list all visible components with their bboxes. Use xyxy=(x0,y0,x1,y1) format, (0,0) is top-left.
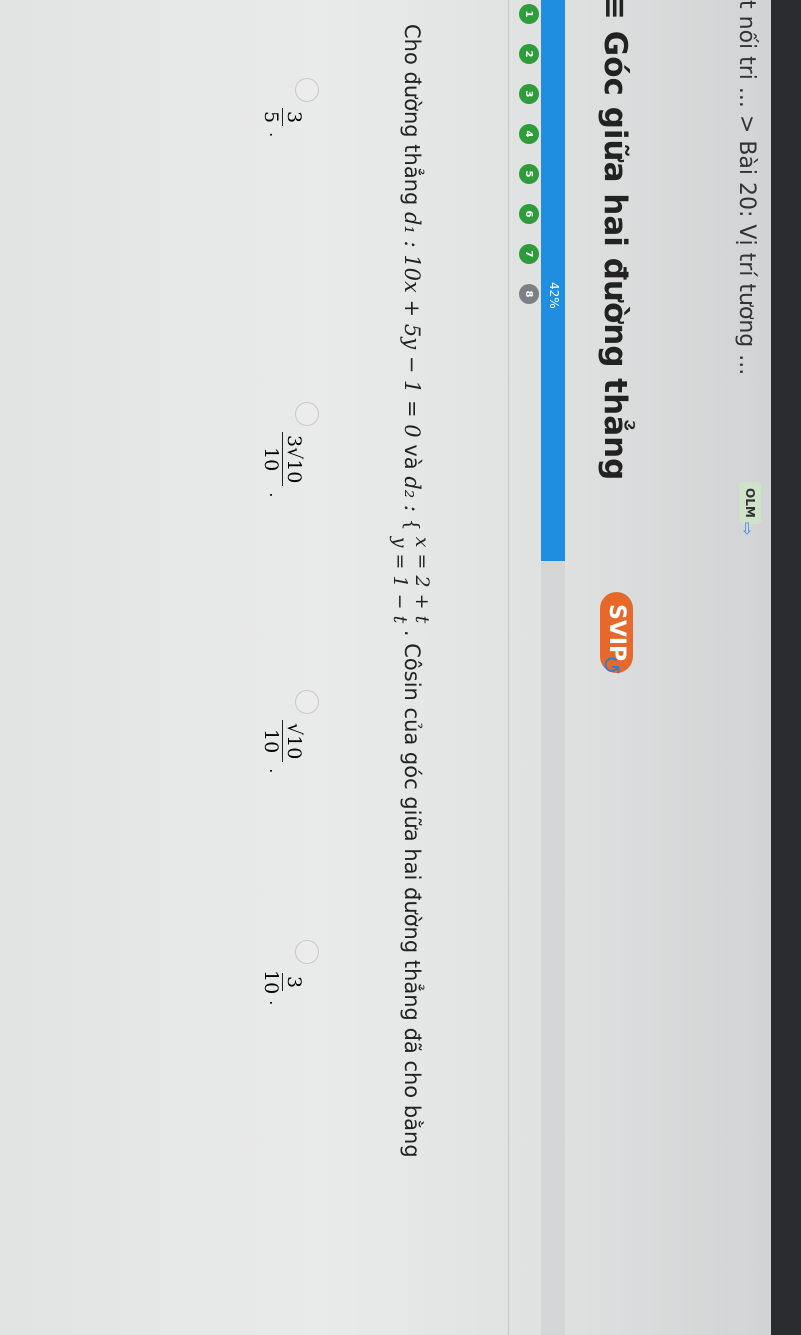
refresh-icon[interactable]: ↺ xyxy=(597,655,625,675)
question-steps: 1 2 3 4 5 6 7 8 xyxy=(519,4,539,304)
title-text: Góc giữa hai đường thẳng xyxy=(597,30,633,481)
line-d1: d₁ : 10x + 5y − 1 = 0 xyxy=(400,212,424,438)
radio-button[interactable] xyxy=(295,78,319,102)
radio-button[interactable] xyxy=(295,690,319,714)
numerator: √10 xyxy=(282,720,305,763)
system-eq2: y = 1 − t xyxy=(389,536,411,624)
breadcrumb-current[interactable]: Bài 20: Vị trí tương ... xyxy=(734,140,759,375)
numerator: 3√10 xyxy=(282,432,305,487)
olm-badge: OLM xyxy=(739,482,761,524)
period: . xyxy=(266,1000,285,1006)
answer-option[interactable]: 35. xyxy=(260,78,319,137)
period: . xyxy=(266,132,285,138)
q-part: . Côsin của góc giữa hai đường thẳng đã … xyxy=(400,623,424,1158)
step-3[interactable]: 3 xyxy=(519,84,539,104)
fraction: 3√10 10 xyxy=(260,432,305,487)
fraction: 3 10 xyxy=(260,970,305,994)
breadcrumb-prev[interactable]: t nối tri ... xyxy=(734,0,759,108)
step-7[interactable]: 7 xyxy=(519,244,539,264)
question-text: Cho đường thẳng d₁ : 10x + 5y − 1 = 0 và… xyxy=(373,24,451,1184)
page-title: ≡ Góc giữa hai đường thẳng xyxy=(597,0,633,481)
step-2[interactable]: 2 xyxy=(519,44,539,64)
answer-option[interactable]: √10 10. xyxy=(260,690,319,773)
denominator: 5 xyxy=(260,111,282,124)
progress-fill xyxy=(541,0,565,561)
denominator: 10 xyxy=(260,447,282,472)
radio-button[interactable] xyxy=(295,402,319,426)
numerator: 3 xyxy=(282,108,305,127)
fraction: √10 10 xyxy=(260,720,305,763)
q-part: Cho đường thẳng xyxy=(400,24,424,213)
breadcrumb: t nối tri ... > Bài 20: Vị trí tương ... xyxy=(734,0,759,375)
step-6[interactable]: 6 xyxy=(519,204,539,224)
answer-option[interactable]: 3√10 10. xyxy=(260,402,319,497)
divider xyxy=(508,0,509,1335)
system-eq1: x = 2 + t xyxy=(411,536,433,624)
answer-option[interactable]: 3 10. xyxy=(260,940,319,1005)
fraction: 35 xyxy=(260,108,305,127)
progress-label: 42% xyxy=(547,282,561,309)
denominator: 10 xyxy=(260,729,282,754)
line-d2: d₂ : xyxy=(400,476,424,519)
period: . xyxy=(266,768,285,774)
breadcrumb-separator: > xyxy=(734,114,759,134)
step-5[interactable]: 5 xyxy=(519,164,539,184)
step-1[interactable]: 1 xyxy=(519,4,539,24)
progress-bar xyxy=(541,0,565,1335)
radio-button[interactable] xyxy=(295,940,319,964)
period: . xyxy=(266,492,285,498)
step-8[interactable]: 8 xyxy=(519,284,539,304)
screen-bezel xyxy=(771,0,801,1335)
numerator: 3 xyxy=(282,973,305,992)
q-part: và xyxy=(400,437,424,477)
system: { x = 2 + ty = 1 − t xyxy=(389,518,433,624)
step-4[interactable]: 4 xyxy=(519,124,539,144)
screen: t nối tri ... > Bài 20: Vị trí tương ...… xyxy=(0,0,801,1335)
share-icon[interactable]: ⇨ xyxy=(738,522,757,535)
denominator: 10 xyxy=(260,970,282,995)
